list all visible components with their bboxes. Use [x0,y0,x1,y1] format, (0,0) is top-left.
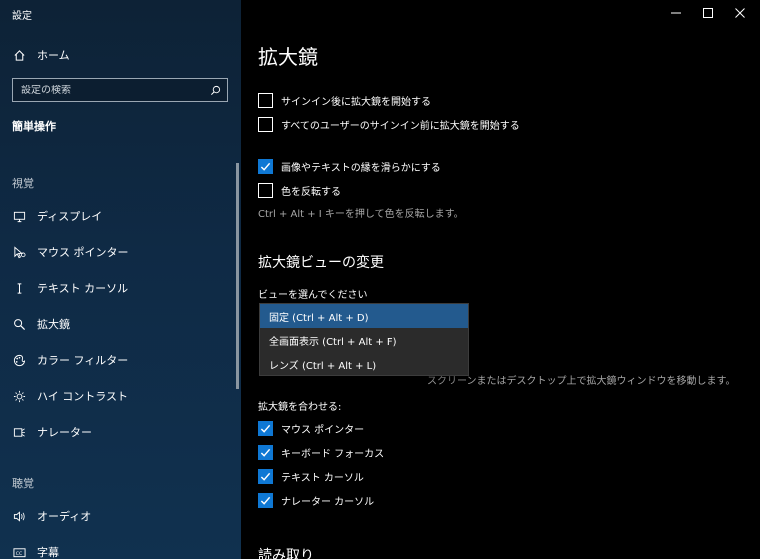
sidebar-item-label: ディスプレイ [37,210,103,223]
home-icon [12,48,26,62]
view-section-title: 拡大鏡ビューの変更 [258,255,384,271]
dropdown-option-docked[interactable]: 固定 (Ctrl + Alt + D) [260,304,468,328]
checkbox[interactable] [258,182,273,198]
maximize-button[interactable] [693,2,723,24]
sidebar: 設定 ホーム 簡単操作 視覚 ディスプレイ マウス ポインター テキスト カーソ… [0,0,241,559]
magnifier-icon [12,317,26,331]
checkbox-label: 画像やテキストの縁を滑らかにする [281,162,441,174]
sidebar-item-color-filter[interactable]: カラー フィルター [12,349,128,371]
view-hint-partial: スクリーンまたはデスクトップ上で拡大鏡ウィンドウを移動します。 [427,376,736,387]
follow-text-cursor[interactable]: テキスト カーソル [258,467,364,485]
dropdown-option-lens[interactable]: レンズ (Ctrl + Alt + L) [260,352,468,376]
captions-icon: CC [12,545,26,559]
checkbox-checked[interactable] [258,492,273,508]
sidebar-item-captions[interactable]: CC 字幕 [12,541,59,559]
follow-label: 拡大鏡を合わせる: [258,402,342,413]
sidebar-item-audio[interactable]: オーディオ [12,505,91,527]
sidebar-item-narrator[interactable]: ナレーター [12,421,92,443]
follow-narrator-cursor[interactable]: ナレーター カーソル [258,491,374,509]
view-select-label: ビューを選んでください [258,290,368,301]
close-button[interactable] [725,2,755,24]
checkbox[interactable] [258,92,273,108]
checkmark-icon [260,472,271,481]
checkbox-label: マウス ポインター [281,424,365,436]
text-cursor-icon [12,281,26,295]
view-dropdown[interactable]: 固定 (Ctrl + Alt + D) 全画面表示 (Ctrl + Alt + … [259,303,469,376]
checkbox-checked[interactable] [258,468,273,484]
close-icon [735,8,745,18]
follow-mouse-pointer[interactable]: マウス ポインター [258,419,364,437]
sidebar-item-label: オーディオ [37,510,92,523]
checkmark-icon [260,424,271,433]
monitor-icon [12,209,26,223]
sidebar-item-mouse-pointer[interactable]: マウス ポインター [12,241,129,263]
sidebar-item-label: ナレーター [37,426,92,439]
checkbox-label: サインイン後に拡大鏡を開始する [281,96,431,108]
sidebar-item-label: マウス ポインター [37,246,129,259]
color-filter-icon [12,353,26,367]
maximize-icon [703,8,713,18]
sidebar-item-label: 拡大鏡 [37,318,70,331]
checkmark-icon [260,448,271,457]
home-link[interactable]: ホーム [12,44,70,66]
minimize-icon [671,12,681,14]
mouse-pointer-icon [12,245,26,259]
checkbox-label: すべてのユーザーのサインイン前に拡大鏡を開始する [281,120,520,132]
minimize-button[interactable] [661,2,691,24]
option-start-after-signin[interactable]: サインイン後に拡大鏡を開始する [258,91,431,109]
reading-section-title: 読み取り [258,548,314,559]
checkmark-icon [260,496,271,505]
option-invert-colors[interactable]: 色を反転する [258,181,341,199]
option-smooth-edges[interactable]: 画像やテキストの縁を滑らかにする [258,157,441,175]
search-input[interactable] [21,84,209,96]
search-box[interactable] [12,78,228,102]
sidebar-item-label: ハイ コントラスト [37,390,129,403]
page-title: 拡大鏡 [258,45,318,69]
checkbox-label: テキスト カーソル [281,472,364,484]
high-contrast-icon [12,389,26,403]
option-start-before-signin[interactable]: すべてのユーザーのサインイン前に拡大鏡を開始する [258,115,520,133]
sidebar-item-magnifier[interactable]: 拡大鏡 [12,313,70,335]
main-content: 拡大鏡 サインイン後に拡大鏡を開始する すべてのユーザーのサインイン前に拡大鏡を… [241,0,760,559]
checkbox-label: 色を反転する [281,186,341,198]
group-label-hearing: 聴覚 [12,477,34,490]
sidebar-item-label: 字幕 [37,546,59,559]
home-label: ホーム [37,49,70,62]
narrator-icon [12,425,26,439]
sidebar-item-label: テキスト カーソル [37,282,129,295]
search-icon[interactable] [209,84,221,96]
checkbox-label: キーボード フォーカス [281,448,385,460]
checkbox-checked[interactable] [258,444,273,460]
dropdown-option-fullscreen[interactable]: 全画面表示 (Ctrl + Alt + F) [260,328,468,352]
sidebar-item-display[interactable]: ディスプレイ [12,205,102,227]
sidebar-item-text-cursor[interactable]: テキスト カーソル [12,277,128,299]
invert-hint: Ctrl + Alt + I キーを押して色を反転します。 [258,209,464,220]
speaker-icon [12,509,26,523]
checkmark-icon [260,162,271,171]
svg-text:CC: CC [15,550,21,556]
category-title: 簡単操作 [12,120,56,133]
sidebar-scrollbar[interactable] [236,163,239,389]
follow-keyboard-focus[interactable]: キーボード フォーカス [258,443,384,461]
sidebar-item-label: カラー フィルター [37,354,129,367]
checkbox-checked[interactable] [258,158,273,174]
checkbox-label: ナレーター カーソル [281,496,375,508]
checkbox[interactable] [258,116,273,132]
group-label-vision: 視覚 [12,177,34,190]
checkbox-checked[interactable] [258,420,273,436]
sidebar-item-high-contrast[interactable]: ハイ コントラスト [12,385,128,407]
app-title: 設定 [12,11,32,22]
